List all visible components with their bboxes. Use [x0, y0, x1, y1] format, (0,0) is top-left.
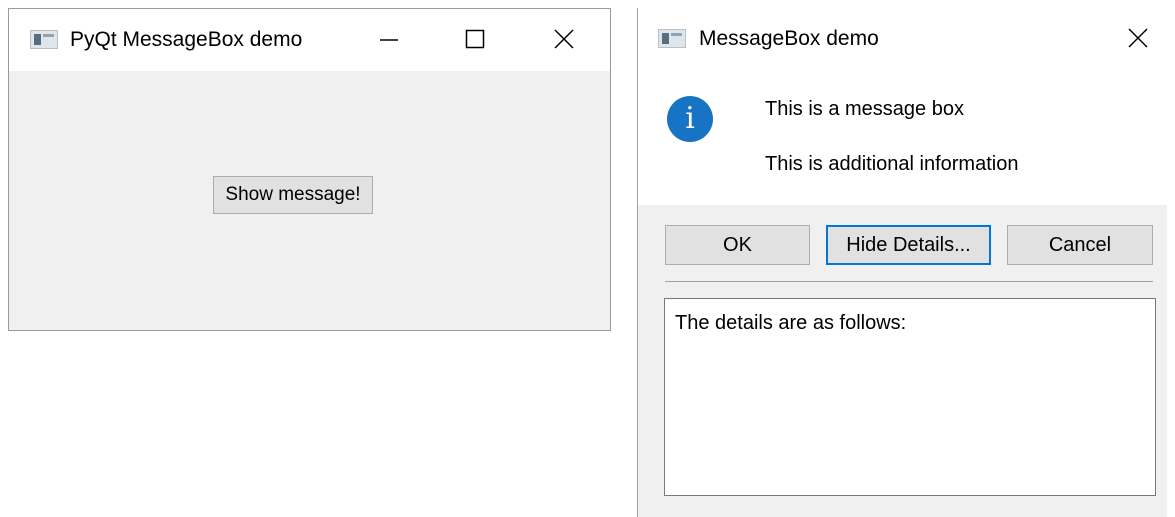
main-window-titlebar[interactable]: PyQt MessageBox demo: [9, 9, 610, 71]
separator: [665, 281, 1153, 282]
hide-details-button[interactable]: Hide Details...: [826, 225, 991, 265]
message-dialog: MessageBox demo i This is a message box …: [637, 8, 1167, 517]
app-icon: [30, 30, 58, 49]
app-icon: [658, 29, 686, 48]
dialog-close-button[interactable]: [1116, 18, 1160, 58]
close-icon: [554, 29, 574, 49]
dialog-titlebar[interactable]: MessageBox demo: [638, 8, 1167, 70]
cancel-button[interactable]: Cancel: [1007, 225, 1153, 265]
ok-button[interactable]: OK: [665, 225, 810, 265]
dialog-content-area: MessageBox demo i This is a message box …: [638, 8, 1167, 205]
dialog-title: MessageBox demo: [699, 27, 879, 50]
details-text: The details are as follows:: [675, 312, 907, 334]
maximize-icon: [465, 29, 485, 49]
informative-text: This is additional information: [765, 153, 1019, 175]
show-message-button[interactable]: Show message!: [213, 176, 373, 214]
maximize-button[interactable]: [445, 19, 505, 59]
close-button[interactable]: [534, 19, 594, 59]
message-text: This is a message box: [765, 98, 964, 120]
details-text-area[interactable]: The details are as follows:: [664, 298, 1156, 496]
minimize-button[interactable]: [359, 19, 419, 59]
close-icon: [1128, 28, 1148, 48]
main-window: PyQt MessageBox demo Show message!: [8, 8, 611, 331]
main-window-title: PyQt MessageBox demo: [70, 28, 303, 51]
information-icon: i: [667, 96, 713, 142]
minimize-icon: [380, 39, 398, 41]
